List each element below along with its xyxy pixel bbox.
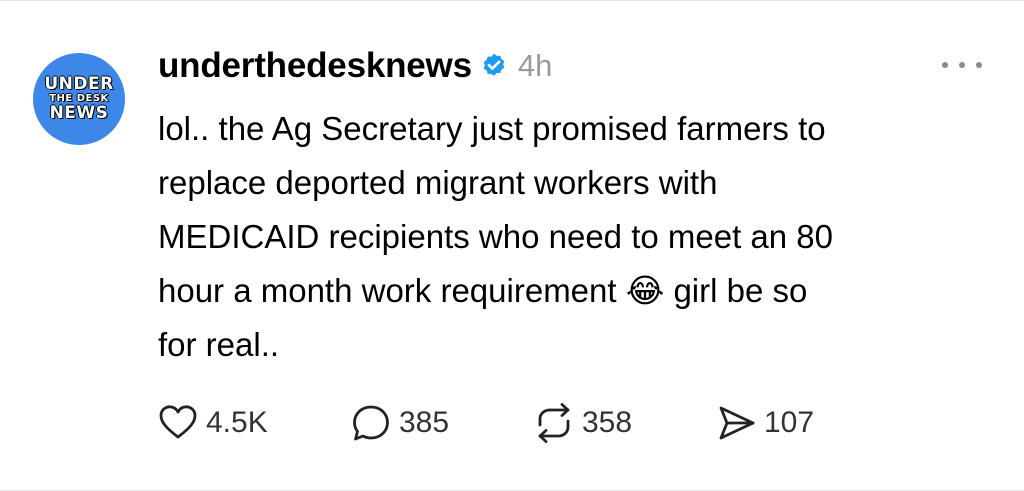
verified-badge-icon (480, 52, 508, 80)
repost-icon (534, 403, 574, 443)
more-options-icon[interactable] (942, 53, 982, 77)
thread-post: UNDER THE DESK NEWS underthedesknews 4h … (0, 0, 1024, 491)
post-timestamp: 4h (517, 48, 553, 83)
post-header: underthedesknews 4h (158, 41, 552, 91)
like-button[interactable]: 4.5K (158, 403, 351, 443)
share-count: 107 (764, 406, 815, 439)
username[interactable]: underthedesknews (158, 46, 472, 86)
repost-count: 358 (582, 406, 633, 439)
reply-button[interactable]: 385 (351, 403, 534, 443)
post-actions: 4.5K 385 358 107 (158, 399, 814, 447)
post-text: lol.. the Ag Secretary just promised far… (158, 110, 834, 363)
avatar[interactable]: UNDER THE DESK NEWS (33, 53, 125, 145)
send-icon (716, 403, 756, 443)
like-count: 4.5K (206, 406, 268, 439)
comment-bubble-icon (351, 403, 391, 443)
repost-button[interactable]: 358 (534, 403, 716, 443)
avatar-logo-line-3: NEWS (49, 103, 109, 123)
share-button[interactable]: 107 (716, 403, 814, 443)
heart-icon (158, 403, 198, 443)
avatar-logo-line-1: UNDER (44, 74, 114, 94)
reply-count: 385 (399, 406, 450, 439)
